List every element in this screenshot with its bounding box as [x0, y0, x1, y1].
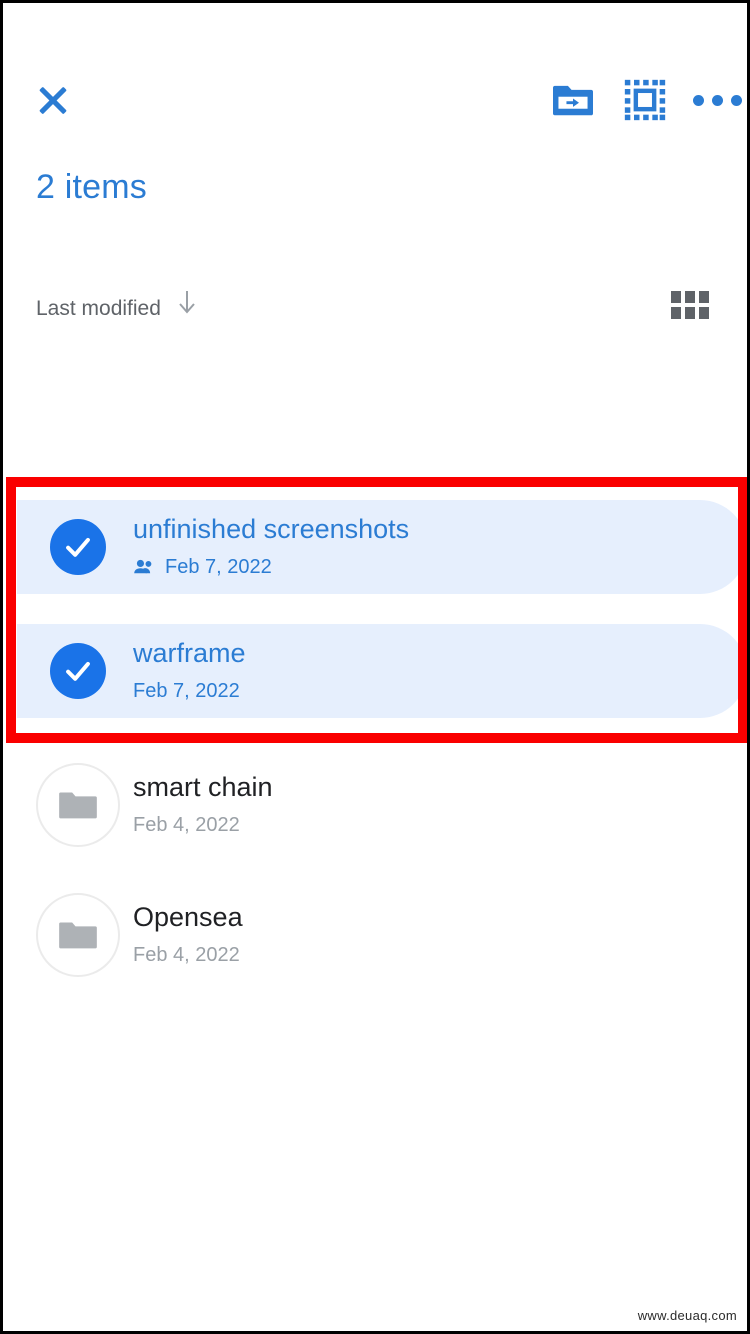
- folder-circle: [36, 763, 120, 847]
- list-item[interactable]: Opensea Feb 4, 2022: [3, 870, 747, 1000]
- sort-descending-arrow-icon: [176, 289, 198, 315]
- list-item-title: unfinished screenshots: [133, 514, 410, 544]
- folder-icon: [59, 792, 97, 819]
- list-item-subtitle: Feb 4, 2022: [133, 940, 243, 970]
- check-circle-icon: [50, 519, 106, 575]
- selection-app-bar: [3, 65, 747, 135]
- list-item-text: smart chain Feb 4, 2022: [133, 770, 273, 840]
- folder-thumbnail: [35, 763, 121, 847]
- close-icon: [36, 83, 70, 117]
- list-item-text: unfinished screenshots Feb 7, 2022: [133, 512, 409, 582]
- list-item-date: Feb 7, 2022: [133, 680, 240, 702]
- list-item[interactable]: unfinished screenshots Feb 7, 2022: [17, 500, 747, 594]
- move-to-folder-icon: [553, 85, 593, 116]
- grid-view-toggle-icon[interactable]: [671, 291, 709, 319]
- list-item[interactable]: warframe Feb 7, 2022: [17, 624, 747, 718]
- list-item-text: warframe Feb 7, 2022: [133, 636, 246, 706]
- close-selection-button[interactable]: [3, 83, 103, 117]
- selection-indicator[interactable]: [35, 643, 121, 699]
- list-item-title: Opensea: [133, 902, 243, 932]
- folder-icon: [59, 922, 97, 949]
- list-item-date: Feb 7, 2022: [165, 556, 272, 578]
- folder-circle: [36, 893, 120, 977]
- more-options-icon: [692, 94, 742, 106]
- check-circle-icon: [50, 643, 106, 699]
- list-item-date: Feb 4, 2022: [133, 814, 240, 836]
- people-shared-icon: [133, 559, 155, 575]
- sort-by-button[interactable]: Last modified: [36, 289, 198, 321]
- select-all-icon: [624, 79, 666, 121]
- folder-thumbnail: [35, 893, 121, 977]
- list-item-text: Opensea Feb 4, 2022: [133, 900, 243, 970]
- list-item[interactable]: smart chain Feb 4, 2022: [3, 740, 747, 870]
- list-item-title: warframe: [133, 638, 246, 668]
- list-item-subtitle: Feb 4, 2022: [133, 810, 273, 840]
- watermark: www.deuaq.com: [637, 1308, 737, 1323]
- list-item-title: smart chain: [133, 772, 273, 802]
- list-item-subtitle: Feb 7, 2022: [133, 552, 409, 582]
- selection-count: 2 items: [36, 168, 147, 206]
- move-to-folder-button[interactable]: [537, 65, 609, 135]
- selection-indicator[interactable]: [35, 519, 121, 575]
- list-gap: [3, 718, 747, 740]
- more-options-button[interactable]: [681, 65, 747, 135]
- sort-by-label: Last modified: [36, 297, 161, 320]
- select-all-button[interactable]: [609, 65, 681, 135]
- phone-screen: 2 items Last modified unfinished screens…: [0, 0, 750, 1334]
- list-gap: [3, 594, 747, 624]
- sort-row: Last modified: [3, 283, 747, 327]
- appbar-actions: [537, 65, 747, 135]
- list-item-subtitle: Feb 7, 2022: [133, 676, 246, 706]
- file-list: unfinished screenshots Feb 7, 2022 warfr…: [3, 500, 747, 1000]
- list-item-date: Feb 4, 2022: [133, 944, 240, 966]
